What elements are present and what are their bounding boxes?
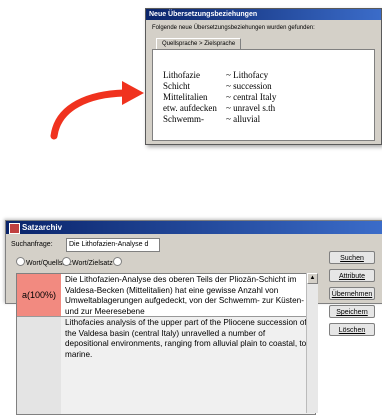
- relation-target: ~ Lithofacy: [226, 70, 269, 80]
- search-input[interactable]: Die Lithofazien-Analyse d: [66, 238, 160, 252]
- target-sentence[interactable]: Lithofacies analysis of the upper part o…: [65, 318, 311, 360]
- relation-source: etw. aufdecken: [163, 103, 217, 113]
- record-row[interactable]: a(100%) Die Lithofazien-Analyse des ober…: [17, 274, 315, 317]
- records-list[interactable]: a(100%) Die Lithofazien-Analyse des ober…: [16, 273, 316, 415]
- relation-source: Schwemm-: [163, 114, 204, 124]
- curved-arrow-icon: [50, 81, 144, 140]
- relation-target: ~ succession: [226, 81, 272, 91]
- relation-source: Mittelitalien: [163, 92, 208, 102]
- window-titlebar: Satzarchiv: [6, 221, 382, 234]
- relation-row[interactable]: Schicht ~ succession: [163, 81, 272, 92]
- relation-target: ~ alluvial: [226, 114, 261, 124]
- relation-row[interactable]: Mittelitalien ~ central Italy: [163, 92, 276, 103]
- relation-row[interactable]: Schwemm- ~ alluvial: [163, 114, 260, 125]
- radio-circle-icon: [62, 257, 71, 266]
- radio-word-target[interactable]: Wort/Zielsatz: [62, 257, 113, 267]
- window-title: Satzarchiv: [22, 223, 63, 232]
- scroll-up-icon[interactable]: ▲: [307, 273, 318, 284]
- vertical-scrollbar[interactable]: ▲: [306, 273, 318, 413]
- dialog-title: Neue Übersetzungsbeziehungen: [146, 9, 381, 20]
- relation-target: ~ central Italy: [226, 92, 277, 102]
- relation-target: ~ unravel s.th: [226, 103, 276, 113]
- delete-button[interactable]: Löschen: [329, 323, 375, 336]
- attributes-button[interactable]: Attribute: [329, 269, 375, 282]
- search-button[interactable]: Suchen: [329, 251, 375, 264]
- sentence-archive-window: Satzarchiv Suchanfrage: Die Lithofazien-…: [5, 220, 382, 415]
- relation-source: Schicht: [163, 81, 190, 91]
- radio-circle-icon: [113, 257, 122, 266]
- app-icon: [9, 223, 20, 234]
- save-button[interactable]: Speichern: [329, 305, 375, 318]
- relation-row[interactable]: etw. aufdecken ~ unravel s.th: [163, 103, 275, 114]
- record-label-cell: [17, 317, 61, 414]
- relation-source: Lithofazie: [163, 70, 200, 80]
- radio-circle-icon: [16, 257, 25, 266]
- apply-button[interactable]: Übernehmen: [329, 287, 375, 300]
- relation-row[interactable]: Lithofazie ~ Lithofacy: [163, 70, 268, 81]
- search-label: Suchanfrage:: [11, 241, 53, 248]
- translation-relations-dialog: Neue Übersetzungsbeziehungen Folgende ne…: [145, 8, 382, 145]
- match-percentage-badge: a(100%): [17, 274, 61, 316]
- relations-list[interactable]: Lithofazie ~ Lithofacy Schicht ~ successio…: [152, 49, 375, 141]
- source-sentence[interactable]: Die Lithofazien-Analyse des oberen Teils…: [65, 275, 311, 317]
- radio-label: Wort/Zielsatz: [72, 260, 113, 267]
- dialog-message: Folgende neue Übersetzungsbeziehungen wu…: [152, 25, 315, 31]
- record-row[interactable]: Lithofacies analysis of the upper part o…: [17, 317, 315, 414]
- radio-other[interactable]: [113, 257, 123, 267]
